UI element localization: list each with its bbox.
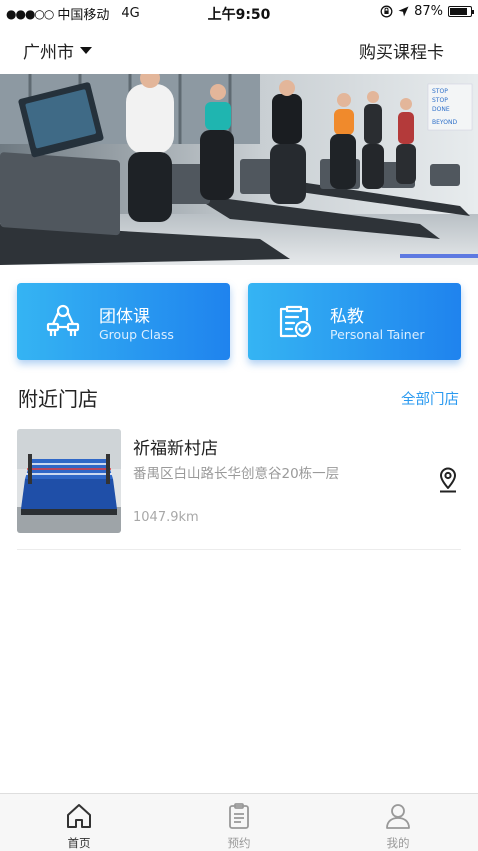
location-pin-icon[interactable] xyxy=(437,467,459,493)
group-class-card[interactable]: 团体课 Group Class xyxy=(17,283,230,360)
svg-text:STOP: STOP xyxy=(432,88,448,95)
user-icon xyxy=(386,804,410,829)
store-photo xyxy=(17,429,121,533)
tab-home-label: 首页 xyxy=(67,836,91,850)
svg-text:STOP: STOP xyxy=(432,97,448,104)
store-address: 番禺区白山路长华创意谷20栋一层 xyxy=(133,466,340,482)
personal-trainer-title: 私教 xyxy=(330,307,364,327)
personal-trainer-subtitle: Personal Tainer xyxy=(330,327,425,342)
group-class-title: 团体课 xyxy=(99,307,150,327)
group-class-subtitle: Group Class xyxy=(99,327,174,342)
svg-text:DONE: DONE xyxy=(432,106,450,113)
clipboard-check-icon xyxy=(279,305,312,338)
promo-banner[interactable]: STOP STOP DONE BEYOND xyxy=(0,74,478,265)
clipboard-icon xyxy=(229,803,249,829)
rotation-lock-icon xyxy=(380,5,393,18)
boxing-ring-photo xyxy=(17,429,121,533)
battery-icon xyxy=(448,6,474,17)
status-bar: ●●●○○ 中国移动 4G 上午9:50 87% xyxy=(0,0,478,24)
list-divider xyxy=(17,549,461,550)
tab-booking-label: 预约 xyxy=(227,836,251,850)
location-arrow-icon xyxy=(398,6,409,17)
barbell-icon xyxy=(46,304,80,336)
store-list-item[interactable]: 祈福新村店 番禺区白山路长华创意谷20栋一层 1047.9km xyxy=(17,429,461,535)
tab-profile[interactable]: 我的 xyxy=(353,794,443,851)
home-icon xyxy=(67,804,91,828)
store-distance: 1047.9km xyxy=(133,510,199,525)
caret-down-icon xyxy=(80,47,92,54)
svg-text:BEYOND: BEYOND xyxy=(432,119,457,126)
tab-profile-label: 我的 xyxy=(386,836,410,850)
buy-course-card-link[interactable]: 购买课程卡 xyxy=(359,38,444,63)
all-stores-link[interactable]: 全部门店 xyxy=(401,388,459,409)
city-label: 广州市 xyxy=(23,43,74,63)
tab-home[interactable]: 首页 xyxy=(34,794,124,851)
status-right: 87% xyxy=(380,4,474,19)
store-name: 祈福新村店 xyxy=(133,439,218,459)
gym-treadmill-photo: STOP STOP DONE BEYOND xyxy=(0,74,478,265)
tab-bar: 首页 预约 我的 xyxy=(0,793,478,851)
nearby-stores-title: 附近门店 xyxy=(18,387,98,411)
nav-bar: 广州市 购买课程卡 xyxy=(0,24,478,74)
battery-percent: 87% xyxy=(414,4,443,19)
personal-trainer-card[interactable]: 私教 Personal Tainer xyxy=(248,283,461,360)
city-selector[interactable]: 广州市 xyxy=(23,38,92,63)
tab-booking[interactable]: 预约 xyxy=(194,794,284,851)
